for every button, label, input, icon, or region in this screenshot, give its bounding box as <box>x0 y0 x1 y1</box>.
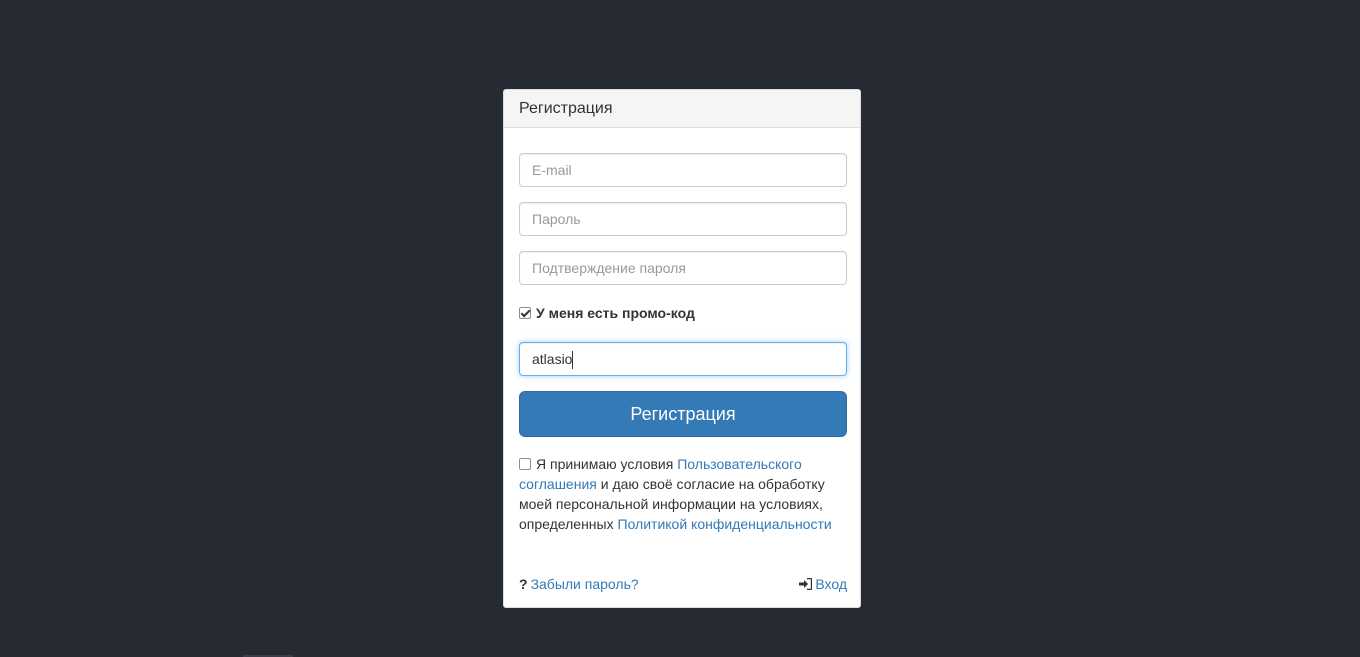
promo-code-value: atlasio <box>532 351 573 367</box>
terms-text-1: Я принимаю условия <box>536 456 678 472</box>
sign-in-icon <box>799 578 813 590</box>
register-button[interactable]: Регистрация <box>519 391 847 437</box>
terms-agreement: Я принимаю условия Пользовательского сог… <box>519 454 847 534</box>
promo-code-input[interactable]: atlasio <box>519 342 847 376</box>
forgot-password-link[interactable]: Забыли пароль? <box>531 576 639 592</box>
email-field[interactable] <box>519 153 847 187</box>
question-icon: ? <box>519 576 528 592</box>
privacy-policy-link[interactable]: Политикой конфиденциальности <box>618 516 832 532</box>
text-caret <box>572 351 574 370</box>
promo-checkbox[interactable] <box>519 307 531 319</box>
login-link[interactable]: Вход <box>815 576 847 592</box>
promo-code-toggle[interactable]: У меня есть промо-код <box>519 303 695 323</box>
password-field[interactable] <box>519 202 847 236</box>
terms-checkbox[interactable] <box>519 458 531 470</box>
registration-panel: Регистрация У меня есть промо-код atlasi… <box>503 89 861 608</box>
promo-checkbox-label: У меня есть промо-код <box>536 305 695 321</box>
panel-title: Регистрация <box>504 90 860 128</box>
forgot-password: ? Забыли пароль? <box>519 574 639 594</box>
login: Вход <box>799 574 847 594</box>
confirm-password-field[interactable] <box>519 251 847 285</box>
panel-footer: ? Забыли пароль? Вход <box>519 574 847 594</box>
